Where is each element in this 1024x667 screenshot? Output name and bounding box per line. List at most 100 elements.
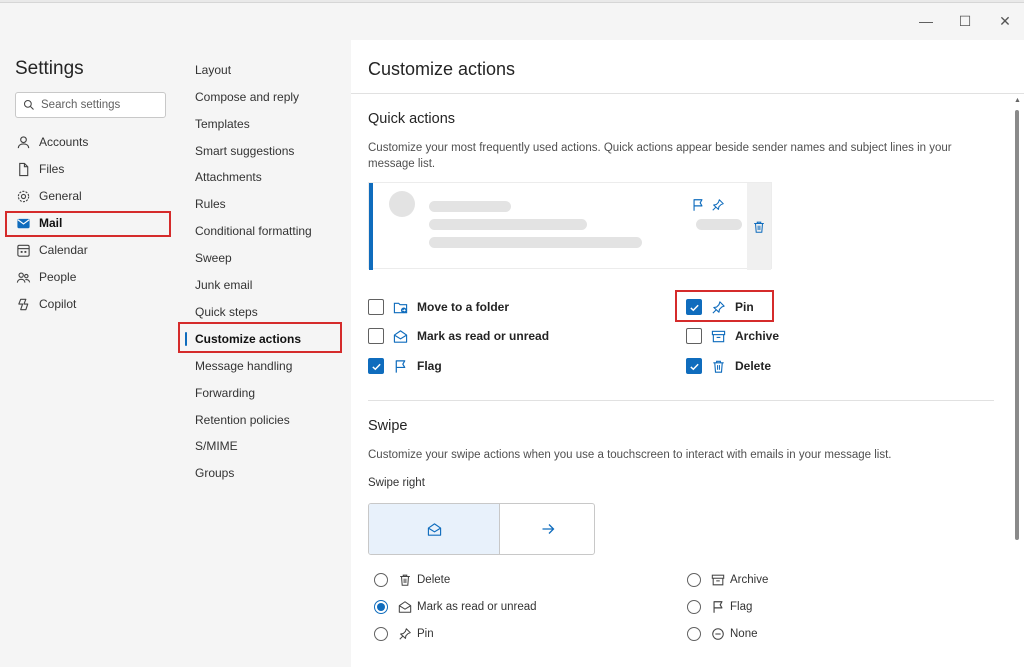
subnav-item-smart-suggestions[interactable]: Smart suggestions bbox=[195, 141, 294, 161]
option-archive[interactable]: Archive bbox=[686, 326, 779, 346]
calendar-icon bbox=[17, 244, 30, 257]
swipe-option-mark-as-read[interactable]: Mark as read or unread bbox=[374, 597, 537, 617]
swipe-option-archive[interactable]: Archive bbox=[687, 570, 768, 590]
nav-item-calendar[interactable]: Calendar bbox=[10, 237, 170, 263]
swipe-option-label: Flag bbox=[730, 601, 753, 613]
pin-icon bbox=[399, 628, 411, 640]
swipe-right-label: Swipe right bbox=[368, 477, 425, 489]
search-box[interactable] bbox=[15, 92, 166, 118]
swipe-action-preview bbox=[369, 504, 500, 554]
swipe-option-none[interactable]: None bbox=[687, 624, 758, 644]
subnav-item-quick-steps[interactable]: Quick steps bbox=[195, 302, 258, 322]
subnav-item-groups[interactable]: Groups bbox=[195, 463, 234, 483]
maximize-button[interactable]: ☐ bbox=[951, 10, 979, 32]
minimize-button[interactable]: — bbox=[912, 10, 940, 32]
envelope-open-icon bbox=[398, 601, 412, 613]
preview-accent-bar bbox=[369, 183, 373, 270]
subnav-item-forwarding[interactable]: Forwarding bbox=[195, 383, 255, 403]
scrollbar[interactable]: ▲ bbox=[1014, 97, 1021, 667]
file-icon bbox=[19, 162, 29, 176]
placeholder-line bbox=[429, 237, 642, 248]
subnav-item-templates[interactable]: Templates bbox=[195, 114, 250, 134]
nav-item-label: Copilot bbox=[39, 297, 77, 311]
settings-nav: Settings Accounts Files General Mail Cal… bbox=[0, 40, 181, 667]
flag-icon bbox=[693, 199, 703, 211]
checkbox-checked[interactable] bbox=[686, 358, 702, 374]
subnav-item-layout[interactable]: Layout bbox=[195, 60, 231, 80]
swipe-option-label: Mark as read or unread bbox=[417, 601, 537, 613]
person-icon bbox=[17, 135, 30, 148]
title-divider bbox=[351, 93, 1024, 94]
option-delete[interactable]: Delete bbox=[686, 356, 771, 376]
swipe-preview bbox=[368, 503, 595, 555]
mail-icon bbox=[17, 218, 30, 228]
flag-icon bbox=[395, 359, 406, 373]
radio-button[interactable] bbox=[687, 627, 701, 641]
nav-item-general[interactable]: General bbox=[10, 183, 170, 209]
checkbox[interactable] bbox=[368, 328, 384, 344]
close-button[interactable]: ✕ bbox=[991, 10, 1019, 32]
archive-icon bbox=[711, 574, 725, 586]
message-preview bbox=[368, 182, 772, 270]
placeholder-line bbox=[429, 201, 511, 212]
title-bar: — ☐ ✕ bbox=[0, 0, 1024, 40]
trash-icon bbox=[400, 574, 410, 586]
main-panel: Customize actions ▲ Quick actions Custom… bbox=[351, 40, 1024, 667]
checkbox-checked[interactable] bbox=[368, 358, 384, 374]
subnav-item-conditional-formatting[interactable]: Conditional formatting bbox=[195, 221, 312, 241]
radio-button[interactable] bbox=[687, 600, 701, 614]
option-label: Delete bbox=[735, 359, 772, 373]
option-flag[interactable]: Flag bbox=[368, 356, 442, 376]
section-divider bbox=[368, 400, 994, 401]
swipe-option-pin[interactable]: Pin bbox=[374, 624, 434, 644]
nav-item-mail[interactable]: Mail bbox=[10, 210, 170, 236]
none-icon bbox=[712, 628, 724, 640]
swipe-heading: Swipe bbox=[368, 418, 408, 434]
subnav-item-compose-and-reply[interactable]: Compose and reply bbox=[195, 87, 299, 107]
option-mark-as-read[interactable]: Mark as read or unread bbox=[368, 326, 549, 346]
subnav-item-customize-actions[interactable]: Customize actions bbox=[195, 329, 301, 349]
option-label: Pin bbox=[735, 300, 754, 314]
nav-item-accounts[interactable]: Accounts bbox=[10, 129, 170, 155]
option-move-to-folder[interactable]: Move to a folder bbox=[368, 297, 509, 317]
folder-move-icon bbox=[393, 302, 408, 313]
nav-item-label: Calendar bbox=[39, 243, 88, 257]
quick-actions-heading: Quick actions bbox=[368, 111, 456, 127]
nav-item-label: General bbox=[39, 189, 82, 203]
radio-button-selected[interactable] bbox=[374, 600, 388, 614]
subnav-item-smime[interactable]: S/MIME bbox=[195, 436, 238, 456]
search-input[interactable] bbox=[41, 99, 161, 111]
placeholder-line bbox=[696, 219, 742, 230]
subnav-item-sweep[interactable]: Sweep bbox=[195, 248, 232, 268]
scroll-up-arrow-icon[interactable]: ▲ bbox=[1014, 97, 1021, 104]
pin-icon bbox=[712, 199, 724, 211]
nav-item-people[interactable]: People bbox=[10, 264, 170, 290]
radio-button[interactable] bbox=[374, 627, 388, 641]
subnav-item-rules[interactable]: Rules bbox=[195, 194, 226, 214]
swipe-description: Customize your swipe actions when you us… bbox=[368, 449, 892, 461]
scroll-thumb[interactable] bbox=[1015, 110, 1019, 540]
envelope-open-icon bbox=[427, 522, 441, 536]
checkbox-checked[interactable] bbox=[686, 299, 702, 315]
subnav-item-message-handling[interactable]: Message handling bbox=[195, 356, 292, 376]
nav-item-copilot[interactable]: Copilot bbox=[10, 291, 170, 317]
subnav-item-retention-policies[interactable]: Retention policies bbox=[195, 410, 290, 430]
nav-item-files[interactable]: Files bbox=[10, 156, 170, 182]
option-label: Move to a folder bbox=[417, 300, 510, 314]
option-pin[interactable]: Pin bbox=[686, 297, 754, 317]
checkbox[interactable] bbox=[368, 299, 384, 315]
radio-button[interactable] bbox=[374, 573, 388, 587]
subnav-item-junk-email[interactable]: Junk email bbox=[195, 275, 252, 295]
checkbox[interactable] bbox=[686, 328, 702, 344]
radio-button[interactable] bbox=[687, 573, 701, 587]
subnav-item-attachments[interactable]: Attachments bbox=[195, 167, 262, 187]
swipe-option-delete[interactable]: Delete bbox=[374, 570, 450, 590]
avatar bbox=[389, 191, 415, 217]
nav-item-label: Accounts bbox=[39, 135, 89, 149]
swipe-option-label: Archive bbox=[730, 574, 769, 586]
search-icon bbox=[23, 99, 34, 110]
active-indicator bbox=[185, 332, 187, 346]
swipe-option-flag[interactable]: Flag bbox=[687, 597, 752, 617]
checkmark-icon bbox=[689, 304, 699, 311]
page-title: Customize actions bbox=[368, 59, 516, 79]
